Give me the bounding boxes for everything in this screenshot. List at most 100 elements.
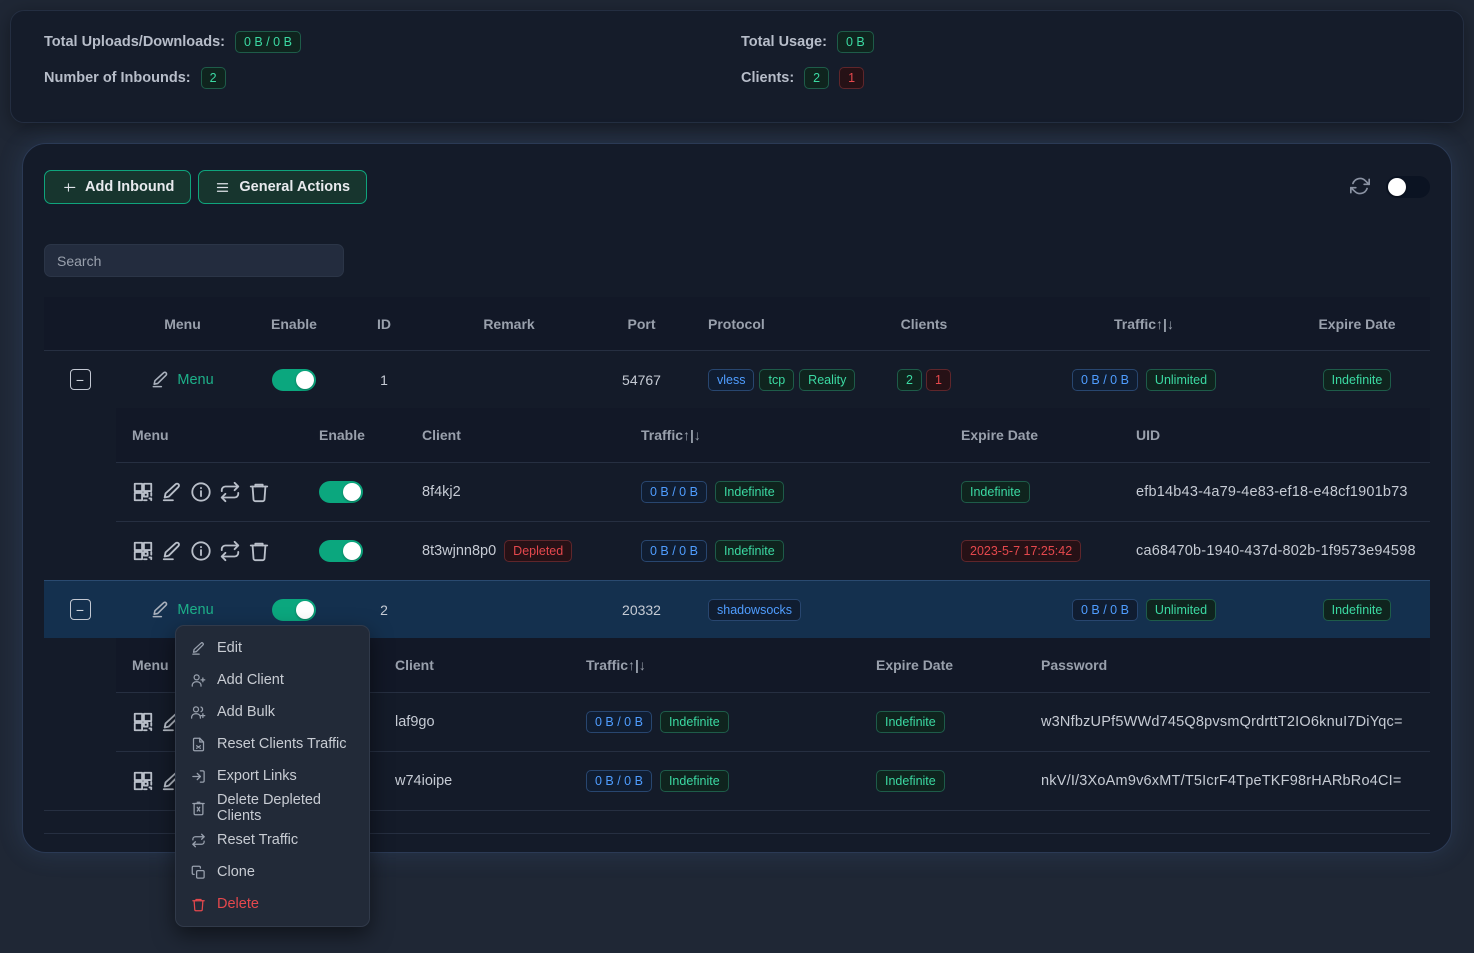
edit-pencil-icon[interactable] [161, 540, 183, 562]
menu-item-export-links[interactable]: Export Links [176, 760, 369, 792]
delete-depleted-icon [191, 801, 206, 816]
edit-pencil-icon [151, 600, 170, 619]
inbound-enable-toggle[interactable] [272, 369, 316, 391]
menu-item-add-client[interactable]: Add Client [176, 664, 369, 696]
traffic-badge: 0 B / 0 B [641, 481, 707, 503]
collapse-row-button[interactable]: − [70, 369, 91, 390]
menu-lines-icon [215, 180, 230, 195]
stat-label: Total Usage: [741, 34, 827, 50]
col-expire-date: Expire Date [945, 427, 1120, 443]
col-menu: Menu [116, 427, 303, 443]
reset-traffic-icon[interactable] [219, 540, 241, 562]
client-traffic-badges: 0 B / 0 B Indefinite [625, 540, 945, 562]
traffic-limit-badge: Indefinite [715, 540, 784, 562]
qrcode-icon[interactable] [132, 481, 154, 503]
stat-label: Total Uploads/Downloads: [44, 34, 225, 50]
client-uid: efb14b43-4a79-4e83-ef18-e48cf1901b73 [1120, 484, 1430, 500]
inbound-clients-badges: 2 1 [844, 369, 1004, 391]
inbounds-count-badge: 2 [201, 67, 226, 89]
stat-total-uploads-downloads: Total Uploads/Downloads: 0 B / 0 B [44, 31, 741, 53]
table-header-row: Menu Enable ID Remark Port Protocol Clie… [44, 297, 1430, 350]
edit-pencil-icon [151, 370, 170, 389]
client-enable-toggle[interactable] [319, 540, 363, 562]
col-client: Client [406, 427, 625, 443]
menu-item-clone[interactable]: Clone [176, 856, 369, 888]
qrcode-icon[interactable] [132, 770, 154, 792]
menu-item-edit[interactable]: Edit [176, 632, 369, 664]
inbound-port: 20332 [589, 602, 694, 618]
qrcode-icon[interactable] [132, 711, 154, 733]
export-icon [191, 769, 206, 784]
traffic-badge: 0 B / 0 B [641, 540, 707, 562]
col-uid: UID [1120, 427, 1430, 443]
client-password: w3NfbzUPf5WWd745Q8pvsmQrdrttT2IO6knuI7Di… [1025, 714, 1430, 730]
inbound-row-1: − Menu 1 54767 vless tcp Reality 2 1 0 [44, 350, 1430, 408]
delete-icon [191, 897, 206, 912]
search-input[interactable] [44, 244, 344, 277]
inbound-id: 1 [339, 372, 429, 388]
client-uid: ca68470b-1940-437d-802b-1f9573e94598 [1120, 543, 1430, 559]
client-row: 8f4kj2 0 B / 0 B Indefinite Indefinite e… [116, 462, 1430, 521]
delete-icon[interactable] [248, 481, 270, 503]
col-protocol: Protocol [694, 316, 844, 332]
client-name: 8f4kj2 [406, 484, 625, 500]
clients-depleted-badge: 1 [839, 67, 864, 89]
inbound-menu-trigger[interactable]: Menu [151, 370, 213, 389]
depleted-badge: Depleted [504, 540, 572, 562]
add-inbound-button[interactable]: Add Inbound [44, 170, 191, 204]
inbound-traffic-badges: 0 B / 0 B Unlimited [1004, 599, 1284, 621]
menu-item-reset-clients-traffic[interactable]: Reset Clients Traffic [176, 728, 369, 760]
plus-icon [61, 180, 76, 195]
clients-subtable-1: Menu Enable Client Traffic↑|↓ Expire Dat… [116, 408, 1430, 580]
inbound-traffic-badges: 0 B / 0 B Unlimited [1004, 369, 1284, 391]
col-menu: Menu [116, 316, 249, 332]
stat-total-usage: Total Usage: 0 B [741, 31, 1430, 53]
inbound-menu-trigger[interactable]: Menu [151, 600, 213, 619]
menu-item-delete[interactable]: Delete [176, 888, 369, 920]
traffic-badge: 0 B / 0 B [586, 770, 652, 792]
qrcode-icon[interactable] [132, 540, 154, 562]
inbound-port: 54767 [589, 372, 694, 388]
auto-refresh-toggle[interactable] [1386, 176, 1430, 198]
menu-label: Menu [177, 372, 213, 388]
col-remark: Remark [429, 316, 589, 332]
client-actions [116, 481, 303, 503]
col-enable: Enable [303, 427, 406, 443]
delete-icon[interactable] [248, 540, 270, 562]
client-actions [116, 540, 303, 562]
client-name: w74ioipe [379, 773, 570, 789]
client-enable-toggle[interactable] [319, 481, 363, 503]
inbound-id: 2 [339, 602, 429, 618]
menu-item-delete-depleted-clients[interactable]: Delete Depleted Clients [176, 792, 369, 824]
client-row: 8t3wjnn8p0 Depleted 0 B / 0 B Indefinite… [116, 521, 1430, 580]
info-icon[interactable] [190, 540, 212, 562]
inbound-enable-toggle[interactable] [272, 599, 316, 621]
col-client: Client [379, 657, 570, 673]
client-traffic-badges: 0 B / 0 B Indefinite [625, 481, 945, 503]
inbound-protocol-tags: vless tcp Reality [694, 369, 844, 391]
total-usage-badge: 0 B [837, 31, 874, 53]
menu-item-add-bulk[interactable]: Add Bulk [176, 696, 369, 728]
traffic-limit-badge: Indefinite [715, 481, 784, 503]
traffic-badge: 0 B / 0 B [586, 711, 652, 733]
total-uploads-downloads-badge: 0 B / 0 B [235, 31, 301, 53]
menu-item-reset-traffic[interactable]: Reset Traffic [176, 824, 369, 856]
protocol-badge: shadowsocks [708, 599, 801, 621]
expire-badge: Indefinite [876, 770, 945, 792]
collapse-row-button[interactable]: − [70, 599, 91, 620]
clients-active-badge: 2 [804, 67, 829, 89]
reset-traffic-icon[interactable] [219, 481, 241, 503]
stat-label: Clients: [741, 70, 794, 86]
traffic-badge: 0 B / 0 B [1072, 599, 1138, 621]
info-icon[interactable] [190, 481, 212, 503]
col-traffic[interactable]: Traffic↑|↓ [570, 657, 860, 673]
general-actions-button[interactable]: General Actions [198, 170, 367, 204]
col-traffic[interactable]: Traffic↑|↓ [1004, 316, 1284, 332]
col-clients: Clients [844, 316, 1004, 332]
edit-pencil-icon[interactable] [161, 481, 183, 503]
refresh-icon[interactable] [1350, 176, 1372, 198]
expire-badge: Indefinite [1323, 599, 1392, 621]
protocol-badge: vless [708, 369, 754, 391]
stat-number-of-inbounds: Number of Inbounds: 2 [44, 67, 741, 89]
col-traffic[interactable]: Traffic↑|↓ [625, 427, 945, 443]
